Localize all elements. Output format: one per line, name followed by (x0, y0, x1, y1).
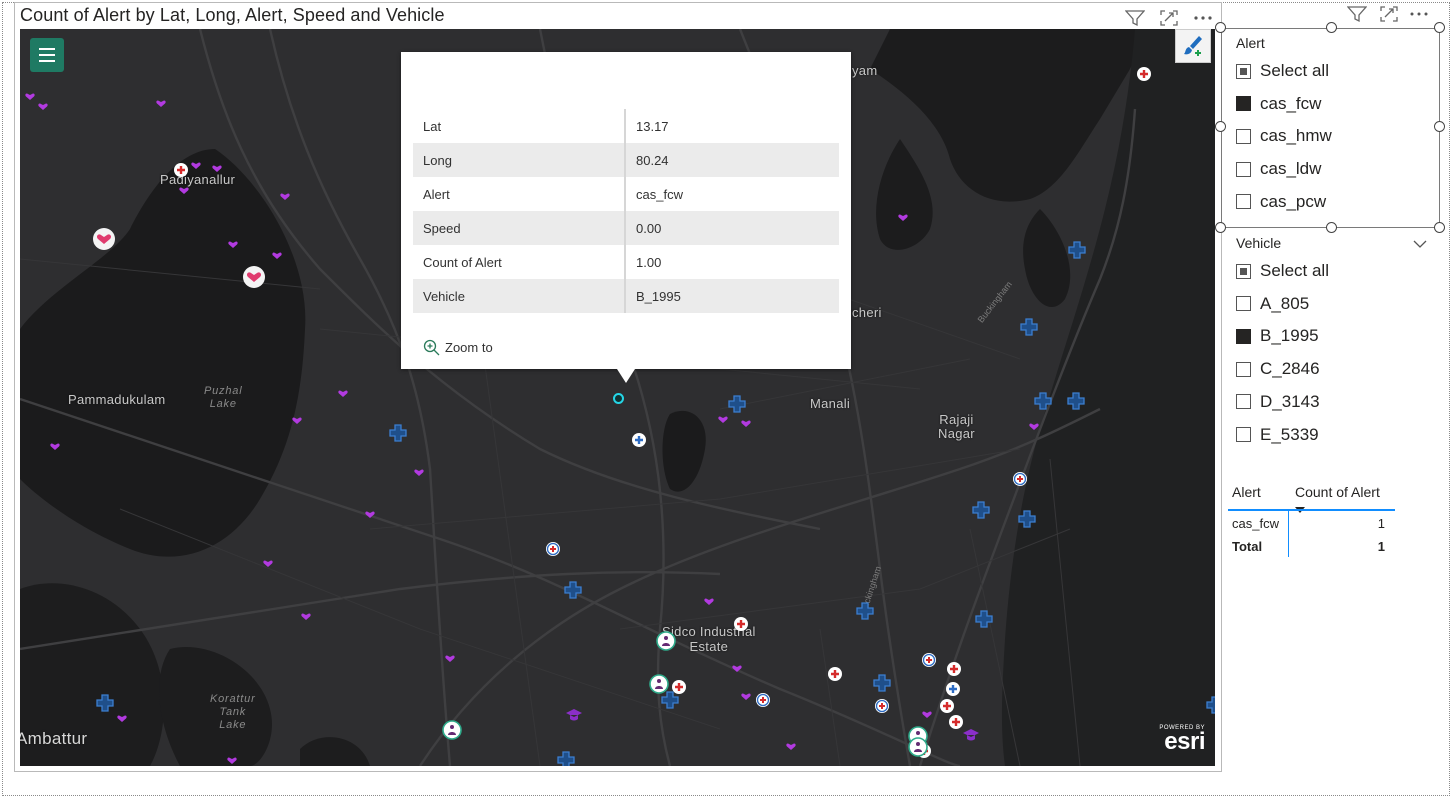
slicer-item-label: cas_ldw (1260, 159, 1322, 179)
table-cell-count: 1 (1377, 516, 1385, 531)
popup-field-label: Lat (413, 109, 626, 143)
vehicle-slicer-item[interactable]: A_805 (1236, 294, 1309, 314)
popup-field-value: 0.00 (625, 211, 839, 245)
esri-logo: POWERED BY esri (1159, 725, 1205, 755)
slicer-item-label: cas_pcw (1260, 191, 1327, 211)
chevron-down-icon[interactable] (1413, 236, 1427, 254)
checkbox[interactable] (1236, 394, 1251, 410)
slicer-item-label: Select all (1260, 261, 1329, 280)
slicer-item-label: D_3143 (1260, 391, 1320, 411)
map-visual-header-icons (1124, 8, 1214, 28)
table-header-alert[interactable]: Alert (1232, 484, 1261, 500)
popup-field-value: 1.00 (636, 254, 662, 270)
popup-field-label: Vehicle (413, 279, 626, 313)
sort-descending-icon (1295, 500, 1305, 516)
table-header-divider (1228, 509, 1395, 511)
popup-attribute-table: Lat 13.17 Long 80.24 Alert cas_fcw Speed 0.00 Co… (413, 109, 839, 313)
zoom-in-icon (423, 339, 440, 356)
checkbox[interactable] (1236, 296, 1251, 312)
resize-handle[interactable] (1326, 22, 1337, 33)
popup-field-label: Speed (413, 211, 626, 245)
checkbox[interactable] (1236, 194, 1251, 210)
resize-handle[interactable] (1434, 222, 1445, 233)
resize-handle[interactable] (1215, 121, 1226, 132)
checkbox[interactable] (1236, 161, 1251, 177)
filter-icon[interactable] (1346, 4, 1368, 24)
slicer-item-label: Select all (1260, 61, 1329, 80)
vehicle-slicer-item[interactable]: Select all (1236, 261, 1329, 281)
slicer-item-label: E_5339 (1260, 424, 1319, 444)
vehicle-slicer-item[interactable]: D_3143 (1236, 392, 1320, 412)
slicer-item-label: A_805 (1260, 293, 1310, 313)
more-options-icon[interactable] (1192, 8, 1214, 28)
alert-slicer-item[interactable]: cas_hmw (1236, 126, 1332, 146)
popup-field-label: Alert (413, 177, 626, 211)
checkbox[interactable] (1236, 361, 1251, 377)
alert-slicer-item[interactable]: cas_pcw (1236, 192, 1326, 212)
popup-field-label: Long (413, 143, 626, 177)
popup-row: Vehicle B_1995 (413, 279, 839, 313)
popup-row: Count of Alert 1.00 (413, 245, 839, 279)
alert-slicer-item[interactable]: cas_ldw (1236, 159, 1321, 179)
focus-mode-icon[interactable] (1378, 4, 1400, 24)
resize-handle[interactable] (1215, 222, 1226, 233)
map-popup: Lat 13.17 Long 80.24 Alert cas_fcw Speed 0.00 Co… (401, 52, 851, 383)
map-visual-title: Count of Alert by Lat, Long, Alert, Spee… (20, 5, 445, 25)
vehicle-slicer-item[interactable]: E_5339 (1236, 425, 1319, 445)
slicer-header-icons (1346, 4, 1428, 24)
slicer-item-label: cas_fcw (1260, 93, 1322, 113)
table-total-value: 1 (1377, 539, 1385, 554)
popup-row: Alert cas_fcw (413, 177, 839, 211)
filter-icon[interactable] (1124, 8, 1146, 28)
slicer-item-label: C_2846 (1260, 359, 1320, 379)
vehicle-slicer-item[interactable]: B_1995 (1236, 326, 1319, 346)
popup-field-value: cas_fcw (636, 186, 683, 202)
resize-handle[interactable] (1326, 222, 1337, 233)
zoom-to-label: Zoom to (445, 340, 493, 355)
checkbox[interactable] (1236, 96, 1251, 112)
resize-handle[interactable] (1434, 22, 1445, 33)
alert-slicer-item[interactable]: Select all (1236, 61, 1329, 81)
popup-field-value: 13.17 (636, 118, 669, 134)
popup-row: Long 80.24 (413, 143, 839, 177)
checkbox[interactable] (1236, 427, 1251, 442)
slicer-item-label: B_1995 (1260, 326, 1319, 346)
popup-field-value: 80.24 (625, 143, 839, 177)
zoom-to-button[interactable]: Zoom to (423, 339, 493, 356)
popup-row: Lat 13.17 (413, 109, 839, 143)
popup-row: Speed 0.00 (413, 211, 839, 245)
popup-field-value: B_1995 (625, 279, 839, 313)
table-column-divider (1288, 511, 1289, 557)
table-header-count[interactable]: Count of Alert (1295, 484, 1380, 500)
popup-field-label: Count of Alert (413, 245, 626, 279)
checkbox[interactable] (1236, 128, 1251, 144)
alert-slicer-title: Alert (1236, 35, 1265, 51)
slicer-item-label: cas_hmw (1260, 126, 1332, 146)
focus-mode-icon[interactable] (1158, 8, 1180, 28)
resize-handle[interactable] (1215, 22, 1226, 33)
vehicle-slicer-item[interactable]: C_2846 (1236, 359, 1320, 379)
alert-slicer-item[interactable]: cas_fcw (1236, 94, 1321, 114)
table-total-label: Total (1232, 539, 1263, 554)
vehicle-slicer-title: Vehicle (1236, 235, 1282, 251)
more-options-icon[interactable] (1410, 4, 1428, 24)
selected-alert-point[interactable] (613, 393, 624, 404)
checkbox[interactable] (1236, 63, 1251, 79)
checkbox[interactable] (1236, 328, 1251, 344)
table-cell-alert: cas_fcw (1232, 516, 1279, 531)
resize-handle[interactable] (1434, 121, 1445, 132)
checkbox[interactable] (1236, 263, 1251, 279)
